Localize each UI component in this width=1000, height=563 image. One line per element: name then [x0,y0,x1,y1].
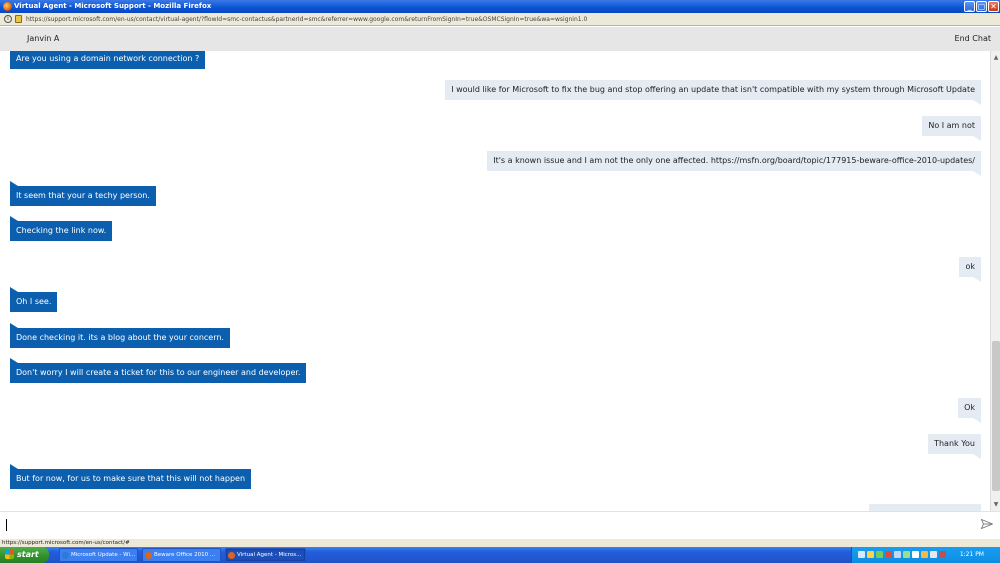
close-button[interactable]: ✕ [988,1,999,12]
agent-message: Checking the link now. [10,216,113,241]
agent-message: Done checking it. its a blog about the y… [10,323,230,348]
window-titlebar: Virtual Agent - Microsoft Support - Mozi… [0,0,1000,13]
user-message: I would like for Microsoft to fix the bu… [445,80,981,105]
agent-message: Are you using a domain network connectio… [10,51,206,69]
end-chat-button[interactable]: End Chat [955,34,991,43]
alert-icon[interactable] [939,551,946,558]
sync-icon[interactable] [903,551,910,558]
ie-icon [62,552,69,559]
user-message: ok [959,257,981,282]
agent-message: But for now, for us to make sure that th… [10,464,252,489]
message-input[interactable] [6,519,7,531]
agent-name: Janvin A [27,34,60,43]
firefox-icon [145,552,152,559]
maximize-button[interactable]: ▢ [976,1,987,12]
scroll-up-icon[interactable]: ▲ [992,53,1000,62]
chat-header: Janvin A End Chat [0,27,1000,51]
info-icon[interactable]: i [4,15,12,23]
user-message: Ok [958,398,981,423]
monitor-icon[interactable] [912,551,919,558]
security-icon[interactable] [885,551,892,558]
chat-scrollbar[interactable]: ▲ ▼ [990,51,1000,511]
speaker-icon[interactable] [930,551,937,558]
network-icon[interactable] [858,551,865,558]
firefox-icon [3,2,12,11]
browser-statusbar: https://support.microsoft.com/en-us/cont… [0,539,1000,547]
url-field[interactable]: https://support.microsoft.com/en-us/cont… [26,15,587,24]
window-title: Virtual Agent - Microsoft Support - Mozi… [14,2,212,10]
windows-taskbar: start Microsoft Update - Wi... Beware Of… [0,547,1000,563]
chat-icon[interactable] [921,551,928,558]
taskbar-item-label: Microsoft Update - Wi... [71,552,136,558]
minimize-button[interactable]: _ [964,1,975,12]
shield-icon[interactable] [867,551,874,558]
taskbar-item-label: Beware Office 2010 ... [154,552,216,558]
taskbar-item[interactable]: Beware Office 2010 ... [142,548,221,562]
lock-icon[interactable] [15,15,22,23]
status-url: https://support.microsoft.com/en-us/cont… [2,540,130,546]
taskbar-item-label: Virtual Agent - Micros... [237,552,302,558]
taskbar-item[interactable]: Virtual Agent - Micros... [225,548,306,562]
user-message: It's a known issue and I am not the only… [487,151,981,176]
send-icon[interactable] [981,519,993,529]
agent-message: Don't worry I will create a ticket for t… [10,358,307,383]
user-message-partial [869,504,981,511]
agent-message: It seem that your a techy person. [10,181,156,206]
user-message: Thank You [928,434,981,459]
agent-message: Oh I see. [10,287,58,312]
windows-logo-icon [5,550,14,559]
firefox-icon [228,552,235,559]
taskbar-item[interactable]: Microsoft Update - Wi... [59,548,138,562]
clock[interactable]: 1:21 PM [960,550,984,560]
system-tray: 1:21 PM [851,547,1000,563]
message-composer [0,511,1000,539]
chat-transcript: Are you using a domain network connectio… [0,51,990,511]
scroll-down-icon[interactable]: ▼ [992,500,1000,509]
address-bar: i https://support.microsoft.com/en-us/co… [0,13,1000,26]
printer-icon[interactable] [894,551,901,558]
start-button[interactable]: start [0,547,49,563]
update-icon[interactable] [876,551,883,558]
scrollbar-thumb[interactable] [992,341,1000,491]
user-message: No I am not [922,116,981,141]
start-label: start [17,550,39,559]
